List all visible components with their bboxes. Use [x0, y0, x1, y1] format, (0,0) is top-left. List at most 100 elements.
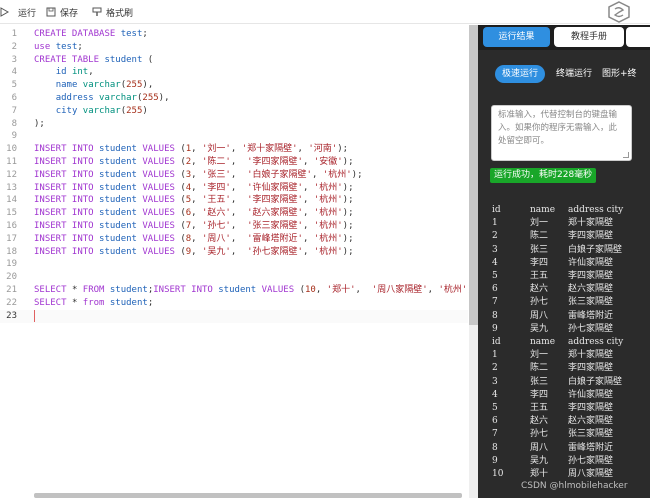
result-row: 1 刘一 郑十家隔壁	[492, 349, 650, 362]
result-cell: 8	[492, 310, 498, 321]
code-token: VALUES	[261, 285, 300, 295]
code-token: );	[342, 195, 354, 206]
code-token: ,	[88, 67, 94, 78]
code-token: ,	[302, 157, 314, 167]
result-row: 4 李四 许仙家隔壁	[492, 389, 650, 402]
code-token: 255	[126, 105, 143, 116]
result-row: 9 吴九 孙七家隔壁	[492, 455, 650, 468]
code-token: student	[218, 285, 262, 295]
result-cell: 许仙家隔壁	[568, 257, 614, 268]
code-token: int	[71, 67, 89, 78]
code-line[interactable]: 9	[0, 130, 468, 143]
code-token: ),	[158, 93, 170, 103]
code-text: SELECT * FROM student;INSERT INTO studen…	[34, 284, 470, 297]
code-token: INSERT INTO	[34, 182, 100, 193]
code-token: ,	[191, 157, 203, 167]
code-token: student	[99, 144, 143, 155]
line-number: 3	[11, 54, 17, 65]
text-cursor	[34, 309, 35, 322]
tab-more[interactable]	[626, 27, 650, 47]
code-line[interactable]: 16 INSERT INTO student VALUES (7, '孙七', '…	[0, 220, 468, 233]
code-token: VALUES	[142, 157, 181, 167]
code-line[interactable]: 5 name varchar(255),	[0, 79, 468, 92]
code-token: (	[142, 54, 154, 65]
format-button[interactable]: 格式刷	[92, 3, 133, 21]
result-cell: 2	[492, 231, 498, 242]
code-token: INSERT INTO	[34, 144, 100, 155]
result-cell: address city	[568, 337, 624, 347]
stdin-placeholder: 标准输入，代替控制台的键盘输入。如果你的程序无需输入，此处留空即可。	[498, 110, 618, 146]
editor-vertical-scrollbar[interactable]	[469, 25, 478, 325]
code-token: ,	[191, 195, 203, 206]
result-cell: 赵六	[530, 284, 549, 295]
subtab-graphic-terminal[interactable]: 图形+终	[602, 65, 650, 83]
tab-run-result[interactable]: 运行结果	[483, 27, 550, 47]
code-token: );	[34, 118, 45, 129]
result-row: 5 王五 李四家隔壁	[492, 270, 650, 283]
code-token: ,	[191, 144, 203, 155]
code-line[interactable]: 19	[0, 258, 468, 271]
code-token: VALUES	[142, 195, 181, 206]
line-number: 12	[6, 169, 17, 180]
code-line[interactable]: 2 use test;	[0, 41, 468, 54]
code-token: '张三'	[202, 169, 231, 180]
code-token: address	[55, 93, 100, 103]
code-token: '杭州'	[313, 221, 343, 231]
code-line[interactable]: 8);	[0, 118, 468, 131]
result-row: 8 周八 雷峰塔附近	[492, 442, 650, 455]
code-line[interactable]: 12 INSERT INTO student VALUES (3, '张三', '…	[0, 169, 468, 182]
code-token: ,	[230, 208, 248, 219]
stdin-input[interactable]: 标准输入，代替控制台的键盘输入。如果你的程序无需输入，此处留空即可。	[491, 105, 632, 161]
code-line[interactable]: 6 address varchar(255),	[0, 92, 468, 105]
code-token: '陈二'	[202, 157, 231, 167]
code-token: ,	[302, 208, 314, 219]
run-button[interactable]: 运行	[0, 3, 36, 21]
result-cell: 3	[492, 376, 498, 387]
line-number: 6	[11, 93, 17, 103]
line-number: 11	[6, 157, 17, 167]
subtab-fast-run[interactable]: 极速运行	[495, 65, 545, 83]
line-number: 4	[11, 67, 17, 78]
code-line[interactable]: 18 INSERT INTO student VALUES (9, '吴九', '…	[0, 246, 468, 259]
code-text: SELECT * from student;	[34, 297, 153, 310]
line-number: 7	[11, 105, 17, 116]
code-line[interactable]: 10 INSERT INTO student VALUES (1, '刘一', '…	[0, 143, 468, 156]
code-text: INSERT INTO student VALUES (7, '孙七', '张三…	[34, 220, 354, 233]
code-editor[interactable]: 1 CREATE DATABASE test; 2 use test; 3 CREATE …	[0, 25, 470, 498]
code-line[interactable]: 21 SELECT * FROM student;INSERT INTO stud…	[0, 284, 470, 297]
result-cell: 1	[492, 350, 498, 361]
code-line[interactable]: 23	[0, 309, 468, 323]
code-line[interactable]: 22 SELECT * from student;	[0, 297, 468, 310]
result-cell: 陈二	[530, 363, 549, 374]
code-token: INSERT INTO	[153, 285, 219, 295]
code-line[interactable]: 7 city varchar(255)	[0, 105, 468, 118]
code-line[interactable]: 17 INSERT INTO student VALUES (8, '周八', '…	[0, 233, 468, 246]
tab-tutorial[interactable]: 教程手册	[554, 27, 624, 47]
code-token: VALUES	[142, 182, 181, 193]
code-line[interactable]: 3 CREATE TABLE student (	[0, 54, 468, 67]
line-number: 13	[6, 182, 17, 193]
code-text: INSERT INTO student VALUES (8, '周八', '雷峰…	[34, 233, 354, 246]
code-line[interactable]: 15 INSERT INTO student VALUES (6, '赵六', '…	[0, 207, 468, 220]
code-text: CREATE DATABASE test;	[34, 28, 148, 41]
code-line[interactable]: 14 INSERT INTO student VALUES (5, '王五', '…	[0, 194, 468, 207]
code-line[interactable]: 13 INSERT INTO student VALUES (4, '李四', '…	[0, 182, 468, 195]
code-token: ,	[302, 182, 314, 193]
code-line[interactable]: 4 id int,	[0, 66, 468, 79]
code-token: FROM	[82, 285, 110, 295]
code-token: '王五'	[202, 195, 231, 206]
subtab-terminal-run[interactable]: 终端运行	[550, 65, 598, 83]
code-token: ,	[302, 233, 314, 244]
code-line[interactable]: 11 INSERT INTO student VALUES (2, '陈二', '…	[0, 156, 468, 169]
editor-horizontal-scrollbar[interactable]	[34, 493, 462, 498]
resize-handle-icon[interactable]	[623, 152, 629, 158]
code-token: '李四'	[202, 182, 231, 193]
code-token: student	[99, 208, 143, 219]
code-line[interactable]: 20	[0, 271, 468, 284]
result-cell: 王五	[530, 271, 549, 281]
code-line[interactable]: 1 CREATE DATABASE test;	[0, 28, 468, 41]
save-button[interactable]: 保存	[46, 3, 78, 21]
result-cell: 孙七	[530, 429, 549, 440]
code-token: ,	[427, 285, 439, 295]
code-token: '周八家隔壁'	[371, 285, 428, 295]
